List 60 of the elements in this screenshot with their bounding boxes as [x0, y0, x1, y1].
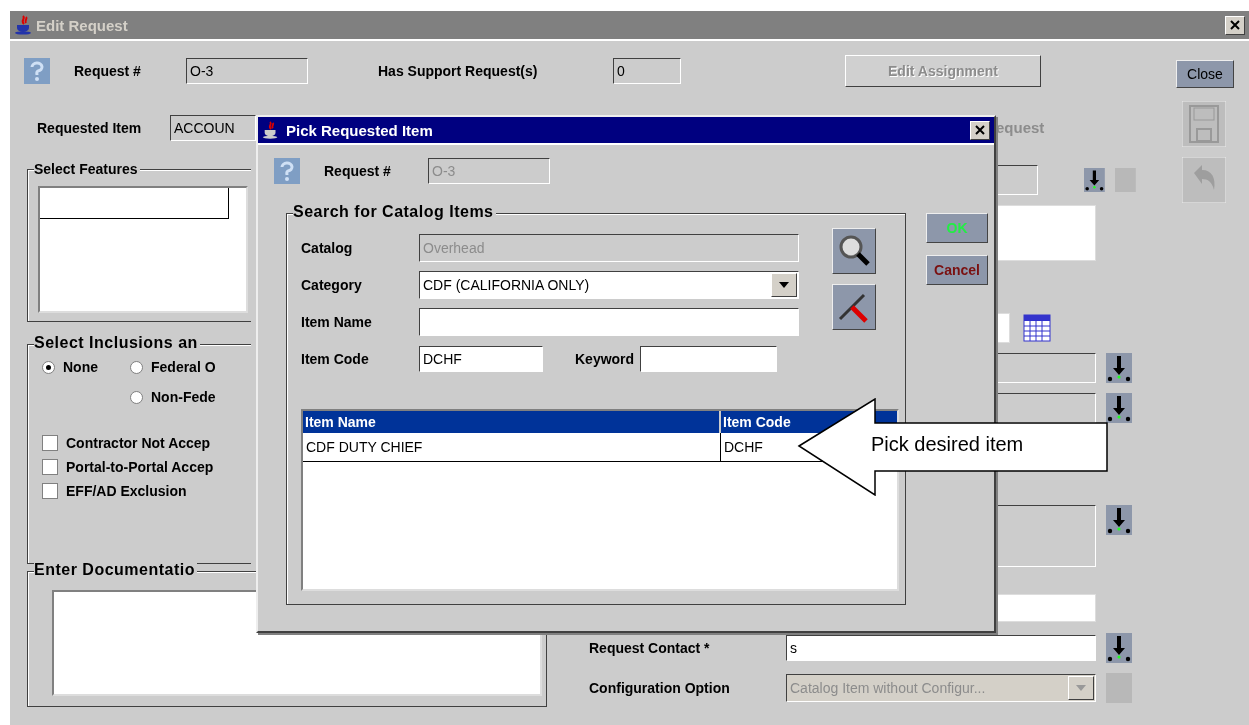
checkbox-icon[interactable] [42, 483, 58, 499]
radio-icon[interactable] [130, 360, 143, 374]
text-field[interactable] [996, 165, 1038, 195]
text-area[interactable] [996, 505, 1096, 567]
checkbox-option[interactable]: EFF/AD Exclusion [42, 483, 251, 499]
requested-item-field[interactable]: ACCOUN [170, 115, 256, 141]
support-request-field[interactable]: 0 [613, 58, 681, 84]
category-label: Category [301, 277, 363, 293]
search-button[interactable] [832, 228, 876, 274]
table-cell: CDF DUTY CHIEF [303, 433, 721, 461]
radio-icon[interactable] [42, 360, 55, 374]
text-field[interactable] [996, 392, 1096, 423]
keyword-field[interactable] [640, 346, 778, 372]
keyword-label: Keyword [575, 351, 635, 367]
checkbox-icon[interactable] [42, 459, 58, 475]
request-number-label: Request # [74, 63, 142, 79]
group-title: Select Inclusions an [34, 335, 200, 351]
checkbox-option[interactable]: Portal-to-Portal Accep [42, 459, 251, 475]
group-title: Search for Catalog Items [293, 204, 496, 220]
checkbox-icon[interactable] [42, 435, 58, 451]
radio-icon[interactable] [130, 390, 143, 404]
text-field[interactable] [996, 352, 1096, 383]
item-name-field[interactable] [419, 308, 799, 336]
clear-button[interactable] [832, 284, 876, 330]
request-number-label: Request # [324, 163, 392, 179]
request-contact-field[interactable]: s [786, 635, 1096, 661]
item-code-label: Item Code [301, 351, 370, 367]
group-title: Select Features [34, 161, 140, 177]
checkbox-option[interactable]: Contractor Not Accep [42, 435, 251, 451]
close-button[interactable] [1225, 15, 1245, 35]
dialog-button[interactable]: Cancel [926, 255, 988, 285]
features-list[interactable] [38, 186, 248, 313]
caret-icon [1075, 684, 1087, 692]
radio-option[interactable]: Non-Fede [130, 389, 251, 405]
radio-option[interactable]: None [42, 359, 130, 375]
dialog-title: Pick Requested Item [286, 121, 434, 139]
partial-label: equest [996, 119, 1046, 136]
item-code-field[interactable]: DCHF [419, 346, 543, 372]
close-icon [974, 124, 986, 136]
request-number-field[interactable]: O-3 [186, 58, 308, 84]
column-header[interactable]: Item Name [303, 411, 721, 433]
close-icon [1229, 19, 1241, 31]
item-name-label: Item Name [301, 314, 373, 330]
close-button[interactable] [970, 120, 990, 140]
configuration-option-label: Configuration Option [589, 680, 731, 696]
support-request-label: Has Support Request(s) [378, 63, 539, 79]
group-title: Enter Documentatio [34, 562, 197, 578]
window-title: Edit Request [36, 16, 129, 34]
close-button[interactable]: Close [1176, 60, 1234, 88]
requested-item-label: Requested Item [37, 120, 143, 136]
list-cell[interactable] [40, 188, 229, 219]
category-dropdown[interactable]: CDF (CALIFORNIA ONLY) [419, 271, 799, 299]
catalog-label: Catalog [301, 240, 354, 256]
calendar-icon[interactable] [1023, 313, 1051, 342]
caret-icon [778, 281, 790, 289]
request-contact-label: Request Contact * [589, 640, 711, 656]
radio-option[interactable]: Federal O [130, 359, 251, 375]
cup-icon [262, 120, 280, 140]
cup-icon [14, 15, 34, 35]
table-cell-text: DCHF [723, 438, 764, 457]
